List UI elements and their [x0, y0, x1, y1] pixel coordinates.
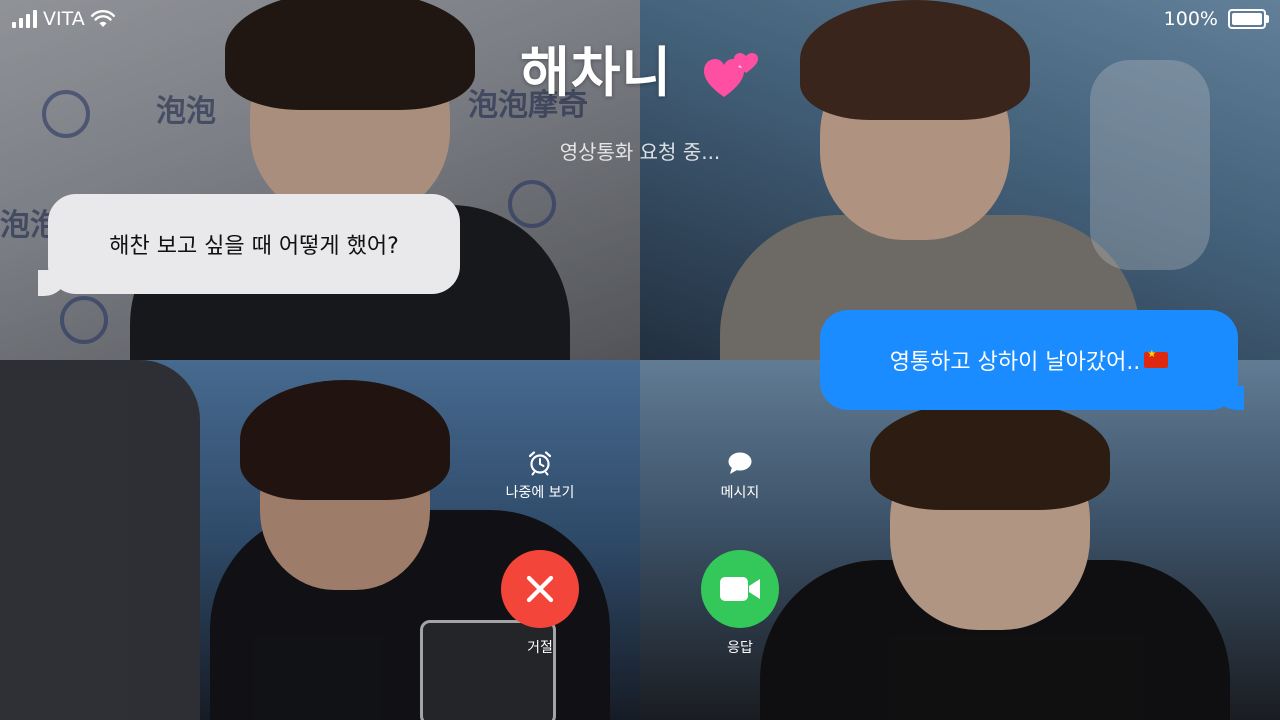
message-button[interactable]: 메시지: [680, 450, 800, 502]
message-label: 메시지: [720, 485, 760, 501]
status-bar-left: VITA: [12, 8, 115, 30]
caller-name-row: 해차니: [0, 28, 1280, 107]
remind-me-later-button[interactable]: 나중에 보기: [480, 450, 600, 502]
china-flag-icon: [1144, 349, 1169, 368]
cellular-signal-icon: [12, 10, 37, 28]
video-call-screen: 泡泡 泡泡摩奇 泡泡 VITA 100% 해차니 영상통화 요청 중... 해찬…: [0, 0, 1280, 720]
battery-level: [1232, 13, 1262, 25]
close-icon: [526, 575, 554, 603]
speech-bubble-icon: [728, 452, 752, 474]
caller-name: 해차니: [520, 41, 673, 104]
accept-button[interactable]: [701, 550, 779, 628]
received-message-bubble: 해찬 보고 싶을 때 어떻게 했어?: [48, 194, 460, 294]
sent-message-text: 영통하고 상하이 날아갔어..: [889, 350, 1141, 375]
alarm-clock-icon: [528, 451, 552, 476]
battery-icon: [1228, 9, 1269, 29]
call-status-text: 영상통화 요청 중...: [559, 140, 721, 164]
decline-label: 거절: [527, 640, 553, 656]
carrier-name: VITA: [43, 8, 85, 30]
status-bar-right: 100%: [1163, 8, 1269, 30]
accept-label: 응답: [727, 640, 753, 656]
remind-me-later-label: 나중에 보기: [505, 485, 575, 501]
received-message-text: 해찬 보고 싶을 때 어떻게 했어?: [109, 234, 399, 259]
decline-button[interactable]: [501, 550, 579, 628]
two-hearts-icon: [702, 51, 760, 101]
battery-percent: 100%: [1163, 8, 1218, 30]
wifi-icon: [90, 10, 115, 27]
sent-message-bubble: 영통하고 상하이 날아갔어..: [820, 310, 1238, 410]
video-camera-icon: [720, 577, 760, 601]
